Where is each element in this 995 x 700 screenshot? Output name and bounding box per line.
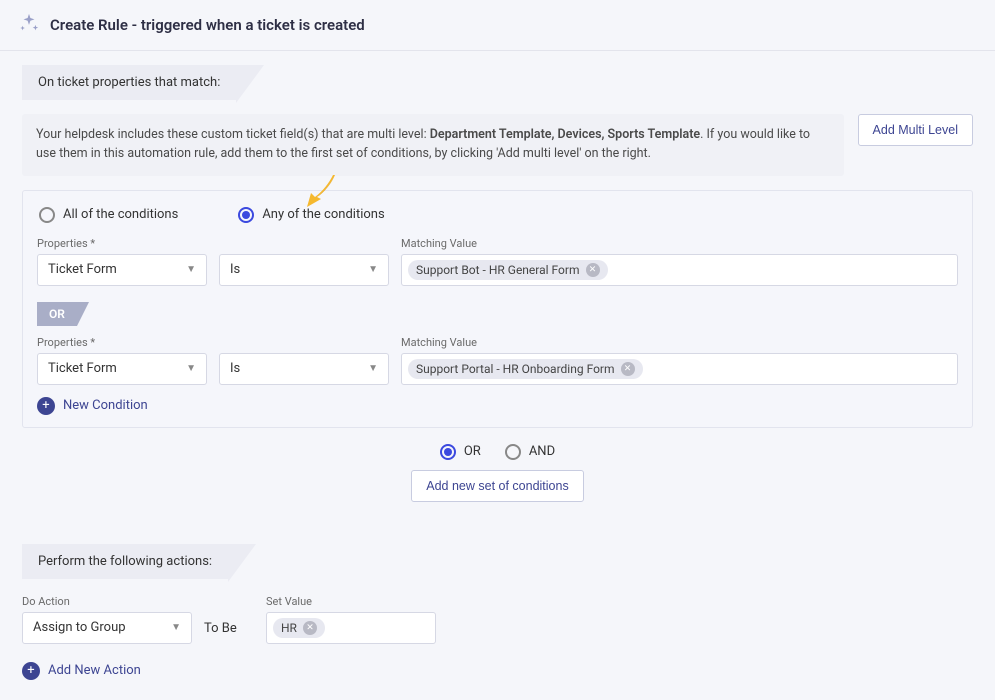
field-label-do-action: Do Action [22,595,192,608]
field-label-set-value: Set Value [266,595,436,608]
matching-value-field[interactable]: Support Bot - HR General Form ✕ [401,254,958,286]
value-tag-text: HR [281,621,297,635]
info-prefix: Your helpdesk includes these custom tick… [36,127,430,142]
info-bold-fields: Department Template, Devices, Sports Tem… [430,127,700,142]
chevron-down-icon: ▼ [368,264,378,275]
radio-label-any: Any of the conditions [262,207,384,222]
page-header: Create Rule - triggered when a ticket is… [0,0,995,51]
property-value: Ticket Form [48,262,117,277]
value-tag: HR ✕ [273,618,325,638]
operator-value: Is [230,361,240,376]
property-select[interactable]: Ticket Form ▼ [37,254,207,286]
chevron-down-icon: ▼ [186,264,196,275]
plus-icon: + [37,397,55,415]
set-logic-radio-group: OR AND [22,444,973,460]
set-logic-and-label: AND [529,444,555,459]
condition-row: Properties * Ticket Form ▼ Is ▼ Matching… [37,237,958,286]
properties-section-heading: On ticket properties that match: [22,65,236,100]
actions-section-heading: Perform the following actions: [22,544,228,579]
set-logic-or-label: OR [464,444,481,459]
conditions-block: All of the conditions Any of the conditi… [22,190,973,428]
field-label-matching-value: Matching Value [401,237,958,250]
set-logic-or[interactable]: OR [440,444,481,460]
radio-icon [39,207,55,223]
value-tag: Support Bot - HR General Form ✕ [408,260,608,280]
chevron-down-icon: ▼ [171,622,181,633]
add-new-set-button[interactable]: Add new set of conditions [411,470,583,502]
value-tag-text: Support Portal - HR Onboarding Form [416,362,615,376]
page-title: Create Rule - triggered when a ticket is… [50,16,365,34]
property-value: Ticket Form [48,361,117,376]
action-select[interactable]: Assign to Group ▼ [22,612,192,644]
chevron-down-icon: ▼ [186,363,196,374]
radio-icon [238,207,254,223]
set-logic-and[interactable]: AND [505,444,555,460]
or-separator: OR [37,302,77,326]
new-condition-label: New Condition [63,398,148,413]
sparkle-icon [18,12,40,38]
value-tag: Support Portal - HR Onboarding Form ✕ [408,359,643,379]
remove-tag-icon[interactable]: ✕ [586,263,600,277]
property-select[interactable]: Ticket Form ▼ [37,353,207,385]
remove-tag-icon[interactable]: ✕ [621,362,635,376]
condition-type-radio-group: All of the conditions Any of the conditi… [37,203,958,237]
multi-level-info: Your helpdesk includes these custom tick… [22,114,844,176]
add-multi-level-button[interactable]: Add Multi Level [858,114,973,146]
operator-value: Is [230,262,240,277]
value-tag-text: Support Bot - HR General Form [416,263,580,277]
radio-icon [440,444,456,460]
radio-icon [505,444,521,460]
condition-row: Properties * Ticket Form ▼ Is ▼ Matching… [37,336,958,385]
field-label-properties: Properties * [37,237,207,250]
action-value-field[interactable]: HR ✕ [266,612,436,644]
field-label-properties: Properties * [37,336,207,349]
condition-type-any[interactable]: Any of the conditions [238,207,384,223]
add-new-action-link[interactable]: + Add New Action [22,662,141,680]
field-label-matching-value: Matching Value [401,336,958,349]
add-new-action-label: Add New Action [48,663,141,678]
action-value: Assign to Group [33,620,126,635]
action-row: Do Action Assign to Group ▼ To Be Set Va… [22,595,973,644]
to-be-label: To Be [204,621,254,644]
matching-value-field[interactable]: Support Portal - HR Onboarding Form ✕ [401,353,958,385]
new-condition-link[interactable]: + New Condition [37,397,148,415]
condition-type-all[interactable]: All of the conditions [39,207,178,223]
radio-label-all: All of the conditions [63,207,178,222]
remove-tag-icon[interactable]: ✕ [303,621,317,635]
operator-select[interactable]: Is ▼ [219,353,389,385]
plus-icon: + [22,662,40,680]
operator-select[interactable]: Is ▼ [219,254,389,286]
chevron-down-icon: ▼ [368,363,378,374]
